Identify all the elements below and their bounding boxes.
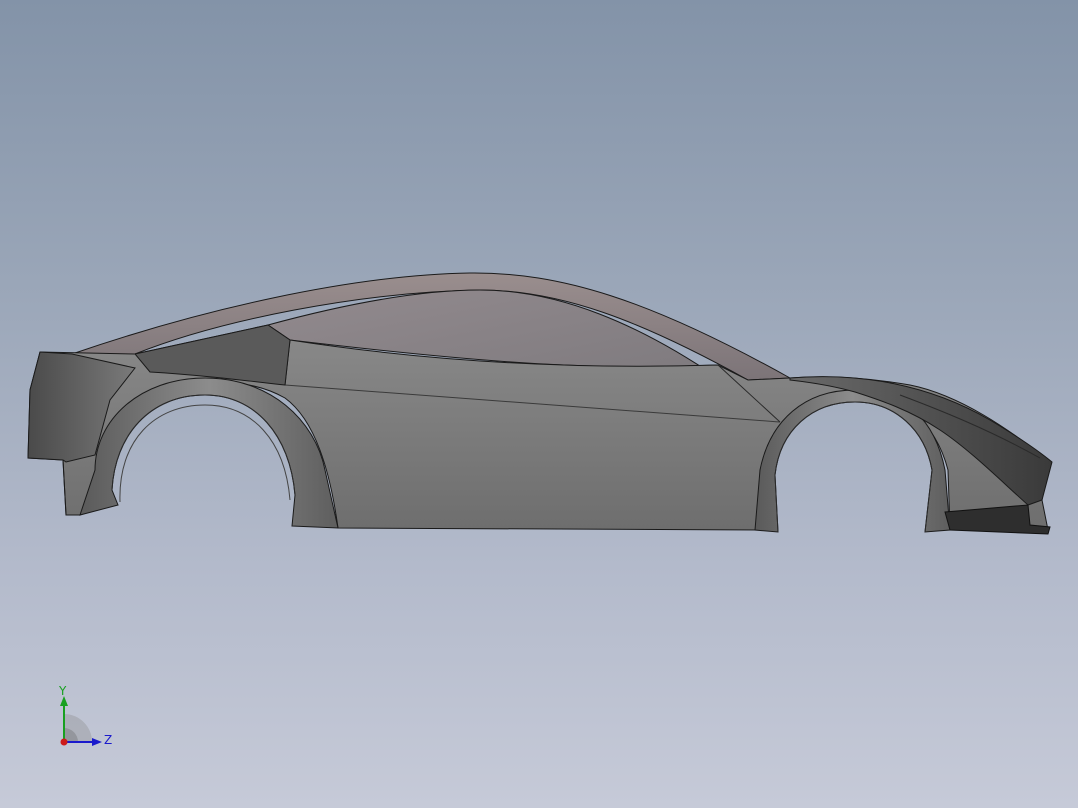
x-axis-dot — [60, 738, 68, 746]
graphics-viewport[interactable]: Y Z — [0, 0, 1078, 808]
y-axis-label: Y — [58, 684, 67, 698]
z-axis-label: Z — [104, 733, 112, 747]
z-axis-arrow — [92, 738, 102, 746]
car-body-model[interactable] — [0, 0, 1078, 808]
view-orientation-triad: Y Z — [58, 684, 112, 747]
